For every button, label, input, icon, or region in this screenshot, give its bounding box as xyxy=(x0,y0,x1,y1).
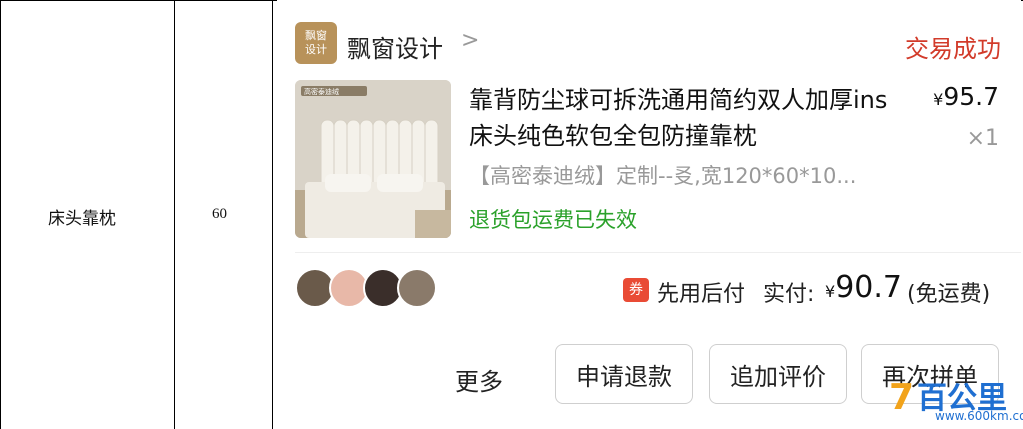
table-col-divider-2 xyxy=(272,0,273,429)
headboard-image: 高密泰迪绒 xyxy=(295,80,451,238)
chevron-right-icon[interactable]: > xyxy=(461,28,479,53)
order-card: 飘窗 设计 飘窗设计 > 交易成功 高密泰迪绒 靠背防尘球可拆洗通用简约双人加厚… xyxy=(277,0,1021,429)
avatar xyxy=(397,268,437,308)
more-link[interactable]: 更多 xyxy=(455,362,503,397)
pay-later-label: 先用后付 xyxy=(657,282,746,307)
paid-symbol: ¥ xyxy=(825,282,836,301)
product-price: ¥95.7 xyxy=(933,82,999,111)
return-shipping-notice: 退货包运费已失效 xyxy=(469,208,637,232)
price-symbol: ¥ xyxy=(933,90,944,109)
product-title[interactable]: 靠背防尘球可拆洗通用简约双人加厚ins床头纯色软包全包防撞靠枕 xyxy=(469,82,899,154)
add-review-button[interactable]: 追加评价 xyxy=(709,344,847,404)
refund-button[interactable]: 申请退款 xyxy=(555,344,693,404)
price-value: 95.7 xyxy=(943,82,999,111)
table-col-divider-1 xyxy=(174,0,175,429)
product-spec: 【高密泰迪绒】定制--㕛,宽120*60*10... xyxy=(469,164,857,188)
product-thumbnail[interactable]: 高密泰迪绒 xyxy=(295,80,451,238)
order-status: 交易成功 xyxy=(905,35,1001,63)
quantity-cell: 60 xyxy=(212,206,227,222)
item-name-cell: 床头靠枕 xyxy=(48,209,116,229)
coupon-icon: 券 xyxy=(623,278,649,302)
rebuy-button[interactable]: 再次拼单 xyxy=(861,344,999,404)
thumb-caption: 高密泰迪绒 xyxy=(304,87,339,96)
shop-name[interactable]: 飘窗设计 xyxy=(347,29,443,64)
paid-label: 实付: xyxy=(763,282,815,307)
paid-amount: ¥90.7 xyxy=(825,270,902,305)
section-divider xyxy=(295,252,1021,253)
product-quantity: ×1 xyxy=(966,126,999,151)
shipping-note: (免运费) xyxy=(907,282,991,307)
paid-value: 90.7 xyxy=(835,270,902,305)
table-border-left xyxy=(0,0,1,429)
shop-logo[interactable]: 飘窗 设计 xyxy=(295,22,337,64)
